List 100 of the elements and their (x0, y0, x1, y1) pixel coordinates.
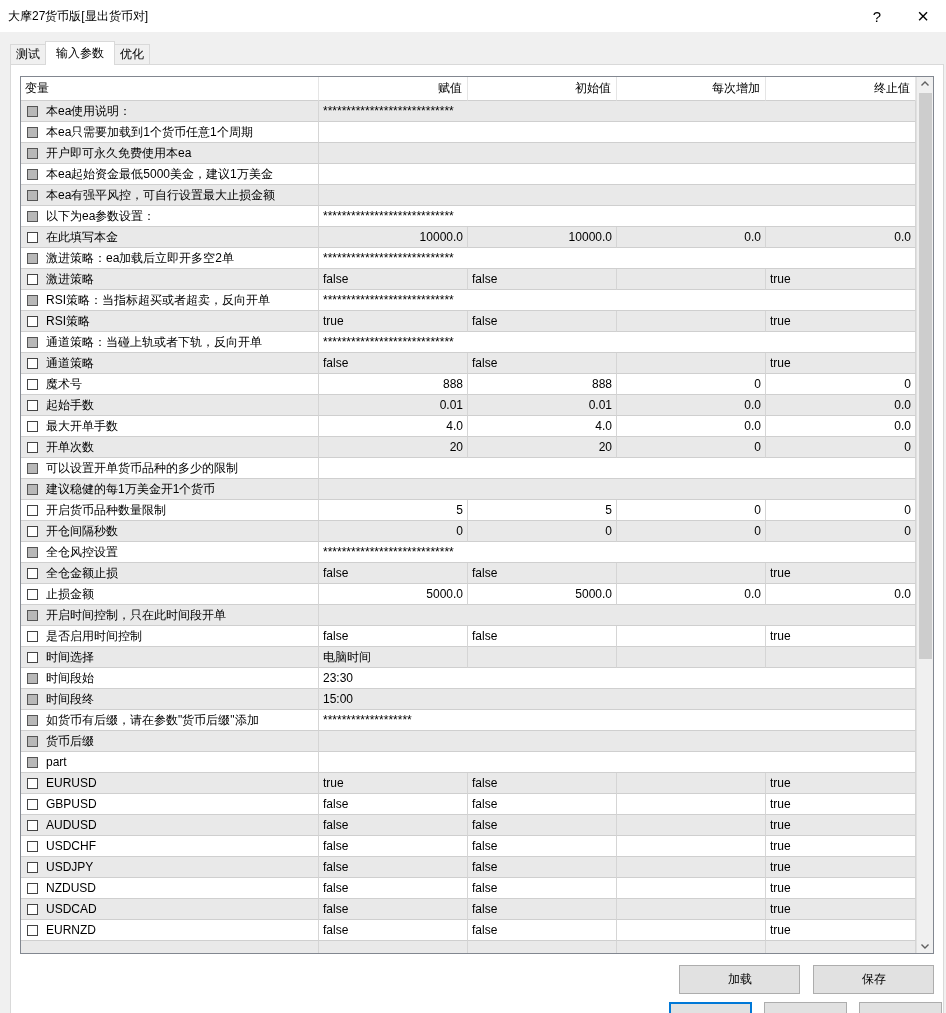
table-cell: false (319, 815, 468, 836)
parameter-name: 全仓金额止损 (46, 564, 118, 582)
tab[interactable]: 优化 (114, 44, 150, 64)
checkbox[interactable] (27, 777, 38, 789)
table-cell: false (468, 311, 617, 332)
table-cell: 0 (319, 521, 468, 542)
parameter-name: 本ea只需要加载到1个货币任意1个周期 (46, 123, 253, 141)
table-cell: false (468, 353, 617, 374)
close-button[interactable]: × (900, 0, 946, 32)
parameter-name: 时间选择 (46, 648, 94, 666)
dialog-button[interactable]: 加载 (679, 965, 800, 994)
parameter-name: USDCAD (46, 902, 97, 916)
checkbox[interactable] (27, 798, 38, 810)
parameter-name: 本ea起始资金最低5000美金，建议1万美金 (46, 165, 273, 183)
checkbox[interactable] (27, 651, 38, 663)
table-cell: 0.01 (468, 395, 617, 416)
parameter-name: part (46, 755, 67, 769)
table-cell: 20 (319, 437, 468, 458)
parameter-name: 建议稳健的每1万美金开1个货币 (46, 480, 216, 498)
table-cell: **************************** (319, 101, 916, 122)
help-button[interactable]: ? (854, 0, 900, 32)
parameter-name: 开启货币品种数量限制 (46, 501, 166, 519)
table-cell: 0 (468, 521, 617, 542)
parameter-name: USDJPY (46, 860, 94, 874)
parameter-name: 时间段终 (46, 690, 94, 708)
parameter-name: 可以设置开单货币品种的多少的限制 (46, 459, 238, 477)
parameter-name: 魔术号 (46, 375, 82, 393)
checkbox[interactable] (27, 924, 38, 936)
parameter-name: 开仓间隔秒数 (46, 522, 118, 540)
checkbox[interactable] (27, 630, 38, 642)
checkbox[interactable] (27, 525, 38, 537)
table-cell: true (319, 311, 468, 332)
parameter-name: 是否启用时间控制 (46, 627, 142, 645)
table-cell: 0.01 (319, 395, 468, 416)
parameter-name: 通道策略：当碰上轨或者下轨，反向开单 (46, 333, 262, 351)
table-cell: 20 (468, 437, 617, 458)
table-cell: false (319, 857, 468, 878)
parameter-name: 最大开单手数 (46, 417, 118, 435)
table-cell: false (319, 563, 468, 584)
checkbox[interactable] (27, 819, 38, 831)
checkbox[interactable] (27, 378, 38, 390)
parameter-name: 开单次数 (46, 438, 94, 456)
parameter-name: 激进策略：ea加载后立即开多空2单 (46, 249, 235, 267)
parameter-name: 如货币有后缀，请在参数"货币后缀"添加 (46, 711, 259, 729)
scrollbar[interactable] (916, 77, 933, 953)
parameter-name: EURNZD (46, 923, 96, 937)
table-cell: false (468, 857, 617, 878)
tab[interactable]: 输入参数 (45, 41, 115, 65)
table-cell: false (468, 899, 617, 920)
table-cell: false (319, 269, 468, 290)
table-cell: 0.0 (617, 395, 766, 416)
checkbox[interactable] (27, 882, 38, 894)
parameter-name: 在此填写本金 (46, 228, 118, 246)
parameter-name: 货币后缀 (46, 732, 94, 750)
table-cell: 0 (617, 521, 766, 542)
table-cell: false (468, 773, 617, 794)
table-cell: 0 (617, 437, 766, 458)
table-cell: false (468, 563, 617, 584)
checkbox[interactable] (27, 399, 38, 411)
parameter-name: 以下为ea参数设置： (46, 207, 156, 225)
tab[interactable]: 测试 (10, 44, 46, 64)
table-cell: 15:00 (319, 689, 916, 710)
parameter-name: AUDUSD (46, 818, 97, 832)
table-cell: 0.0 (617, 227, 766, 248)
table-cell: false (319, 353, 468, 374)
parameter-name: 本ea有强平风控，可自行设置最大止损金额 (46, 186, 276, 204)
parameter-name: 开启时间控制，只在此时间段开单 (46, 606, 226, 624)
parameter-name: GBPUSD (46, 797, 97, 811)
parameter-name: 本ea使用说明： (46, 102, 132, 120)
parameter-name: 起始手数 (46, 396, 94, 414)
checkbox[interactable] (27, 231, 38, 243)
checkbox[interactable] (27, 441, 38, 453)
checkbox[interactable] (27, 903, 38, 915)
table-cell: false (319, 899, 468, 920)
table-cell: false (468, 815, 617, 836)
parameter-name: 开户即可永久免费使用本ea (46, 144, 192, 162)
checkbox[interactable] (27, 567, 38, 579)
checkbox[interactable] (27, 504, 38, 516)
table-cell: 10000.0 (319, 227, 468, 248)
checkbox[interactable] (27, 420, 38, 432)
checkbox[interactable] (27, 357, 38, 369)
checkbox[interactable] (27, 315, 38, 327)
parameter-name: 止损金额 (46, 585, 94, 603)
table-cell: false (468, 269, 617, 290)
table-cell: true (319, 773, 468, 794)
scrollbar-thumb[interactable] (918, 93, 932, 659)
parameter-name: 激进策略 (46, 270, 94, 288)
parameter-name: EURUSD (46, 776, 97, 790)
parameter-name: USDCHF (46, 839, 96, 853)
parameter-name: 全仓风控设置 (46, 543, 118, 561)
dialog-button[interactable]: 保存 (813, 965, 934, 994)
parameter-name: 通道策略 (46, 354, 94, 372)
checkbox[interactable] (27, 861, 38, 873)
checkbox[interactable] (27, 588, 38, 600)
checkbox[interactable] (27, 840, 38, 852)
checkbox[interactable] (27, 273, 38, 285)
window-title: 大摩27货币版[显出货币对] (8, 7, 149, 25)
parameter-name: RSI策略：当指标超买或者超卖，反向开单 (46, 291, 270, 309)
parameter-name: NZDUSD (46, 881, 96, 895)
table-cell: 电脑时间 (319, 647, 468, 668)
